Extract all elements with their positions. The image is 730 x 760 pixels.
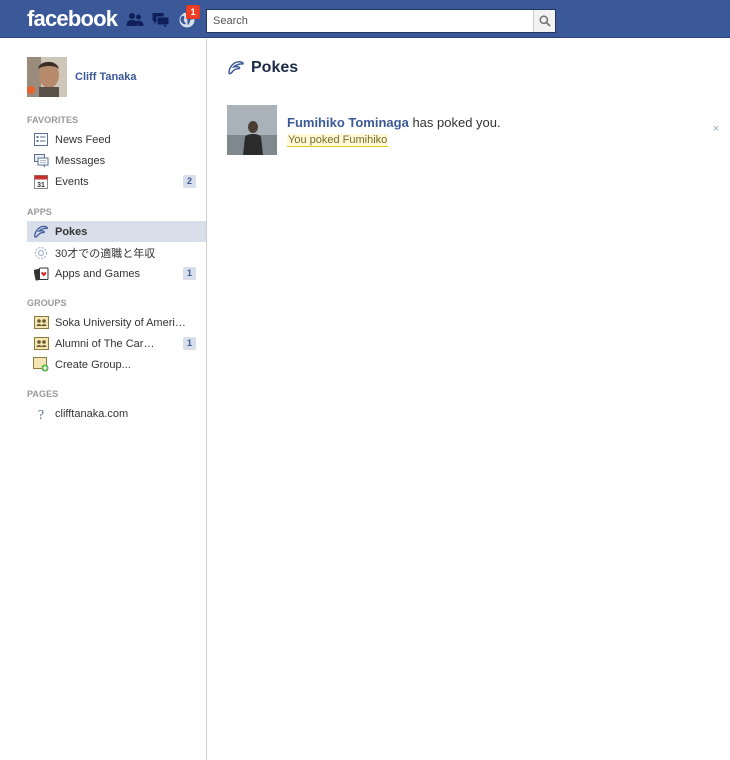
main-content: Pokes Fumihiko Tominaga has poked you. Y… [207, 39, 730, 760]
left-sidebar: Cliff Tanaka FAVORITES News Feed Message… [0, 39, 207, 760]
search-input[interactable] [207, 10, 533, 32]
sidebar-item-news-feed[interactable]: News Feed [27, 129, 206, 150]
group-icon [33, 336, 49, 352]
notification-badge: 1 [186, 5, 200, 19]
magnifier-icon [538, 15, 551, 27]
sidebar-item-label: Soka University of Ameri… [55, 316, 186, 329]
sidebar-item-label: 30才での適職と年収 [55, 247, 156, 260]
sidebar-item-label: News Feed [55, 133, 111, 146]
poker-avatar[interactable] [227, 105, 277, 155]
profile-link[interactable]: Cliff Tanaka [27, 57, 137, 97]
create-group-icon [33, 357, 49, 373]
search-box [206, 9, 556, 33]
news-feed-icon [33, 132, 49, 148]
top-bar: facebook 1 [0, 0, 730, 38]
poke-message-text: has poked you. [408, 115, 501, 130]
page-title: Pokes [251, 59, 299, 76]
groups-header: GROUPS [27, 298, 67, 308]
sidebar-item-apps-and-games[interactable]: Apps and Games 1 [27, 263, 206, 284]
sidebar-item-label: Apps and Games [55, 267, 140, 280]
sidebar-item-group-alumni[interactable]: Alumni of The Car… 1 [27, 333, 206, 354]
profile-avatar[interactable] [27, 57, 67, 97]
sidebar-item-label: Pokes [55, 225, 88, 238]
sidebar-item-label: Events [55, 175, 89, 188]
events-count-badge: 2 [183, 175, 196, 188]
sidebar-item-label: Alumni of The Car… [55, 337, 155, 350]
apps-count-badge: 1 [183, 267, 196, 280]
sidebar-item-create-group[interactable]: Create Group... [27, 354, 206, 375]
sidebar-item-label: clifftanaka.com [55, 407, 129, 420]
group-icon [33, 315, 49, 331]
close-icon[interactable]: × [710, 123, 722, 135]
sidebar-item-page-clifftanaka[interactable]: ? clifftanaka.com [27, 403, 206, 424]
svg-text:31: 31 [37, 182, 45, 189]
page-header: Pokes [227, 59, 298, 77]
sidebar-item-app-career[interactable]: 30才での適職と年収 [27, 242, 206, 263]
sidebar-item-label: Messages [55, 154, 106, 167]
question-mark-icon: ? [33, 406, 49, 422]
pages-header: PAGES [27, 389, 59, 399]
search-button[interactable] [533, 10, 555, 32]
poker-name-link[interactable]: Fumihiko Tominaga [287, 115, 409, 130]
poke-title-icon [228, 61, 244, 75]
poked-back-status: You poked Fumihiko [287, 134, 389, 147]
sidebar-item-pokes[interactable]: Pokes [27, 221, 206, 242]
facebook-logo[interactable]: facebook [27, 6, 118, 32]
app-gear-icon [33, 245, 49, 261]
sidebar-item-group-soka[interactable]: Soka University of Ameri… [27, 312, 206, 333]
poke-message: Fumihiko Tominaga has poked you. [287, 115, 501, 130]
svg-text:?: ? [38, 408, 44, 421]
group-alumni-count-badge: 1 [183, 337, 196, 350]
sidebar-item-events[interactable]: 31 Events 2 [27, 171, 206, 192]
poke-icon [33, 224, 49, 240]
favorites-header: FAVORITES [27, 115, 79, 125]
messages-icon [33, 153, 49, 169]
poke-row: Fumihiko Tominaga has poked you. You pok… [227, 105, 722, 157]
apps-games-icon [33, 266, 49, 282]
events-icon: 31 [33, 174, 49, 190]
sidebar-item-messages[interactable]: Messages [27, 150, 206, 171]
apps-header: APPS [27, 207, 52, 217]
sidebar-item-label: Create Group... [55, 358, 131, 371]
messages-jewel-icon[interactable] [152, 11, 170, 29]
profile-name[interactable]: Cliff Tanaka [75, 71, 137, 83]
friend-requests-icon[interactable] [126, 11, 144, 29]
